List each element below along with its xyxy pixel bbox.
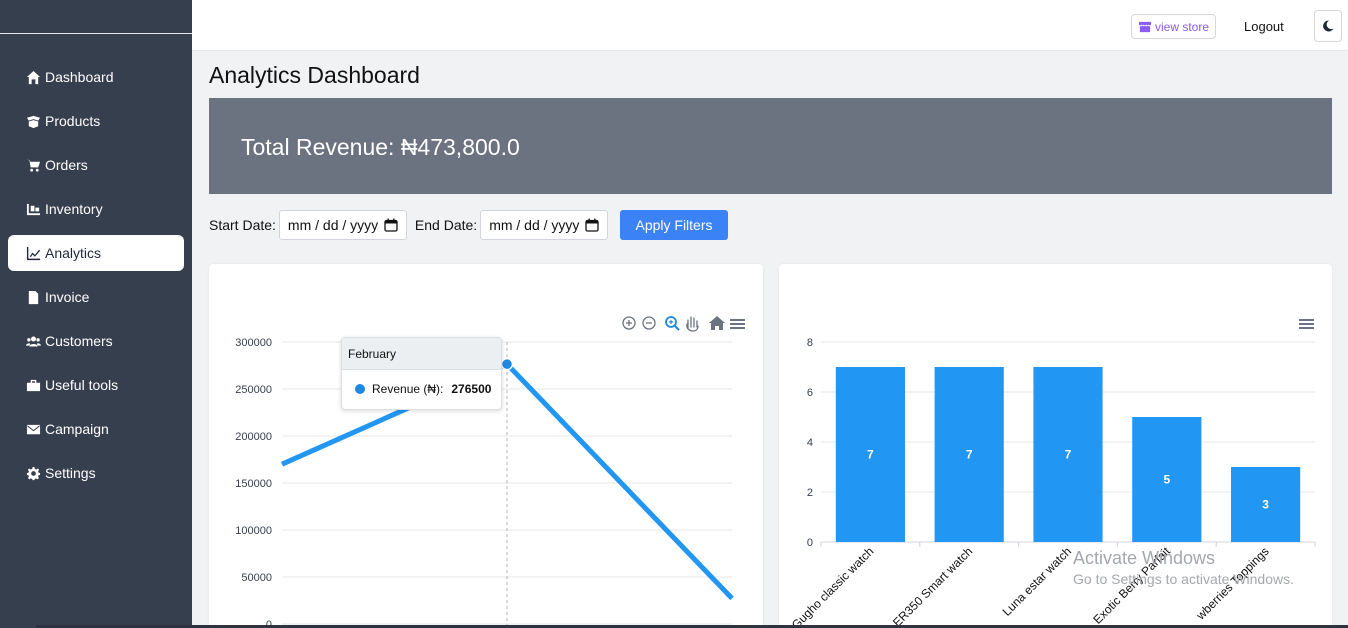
- y-tick-label: 0: [807, 537, 813, 549]
- tooltip-series-label: Revenue (₦):: [372, 382, 444, 396]
- envelope-icon: [24, 421, 42, 437]
- series-marker: [355, 384, 365, 394]
- revenue-line-chart-card: 0 50000 100000 150000 200000 250000 300000 Feb…: [209, 264, 763, 628]
- sidebar-item-label: Orders: [45, 157, 88, 173]
- sidebar-item-label: Analytics: [45, 245, 102, 261]
- x-tick-label: ER350 Smart watch: [890, 544, 975, 628]
- sidebar-item-invoice[interactable]: Invoice: [8, 279, 184, 315]
- sidebar-item-analytics[interactable]: Analytics: [8, 235, 184, 271]
- sidebar-item-campaign[interactable]: Campaign: [8, 411, 184, 447]
- revenue-line-chart[interactable]: 050000100000150000200000250000300000: [209, 264, 763, 628]
- file-icon: [24, 289, 42, 305]
- sidebar-item-orders[interactable]: Orders: [8, 147, 184, 183]
- sidebar-item-settings[interactable]: Settings: [8, 455, 184, 491]
- y-tick-label: 4: [807, 437, 813, 449]
- tooltip-body: Revenue (₦): 276500: [342, 370, 501, 396]
- total-revenue-banner: Total Revenue: ₦473,800.0: [209, 98, 1332, 194]
- x-tick-label: Gugho classic watch: [789, 544, 877, 628]
- page-title: Analytics Dashboard: [209, 62, 420, 88]
- sidebar-item-label: Settings: [45, 465, 96, 481]
- dolly-icon: [24, 201, 42, 217]
- sidebar-nav: Dashboard Products Orders Inventory Anal…: [8, 59, 184, 499]
- users-icon: [24, 333, 42, 349]
- tooltip-value: 276500: [451, 382, 492, 396]
- windows-activation-watermark: Activate Windows Go to Settings to activ…: [1073, 548, 1294, 587]
- end-date-label: End Date:: [414, 217, 478, 233]
- toolbox-icon: [24, 377, 42, 393]
- sidebar-item-products[interactable]: Products: [8, 103, 184, 139]
- y-tick-label: 2: [807, 487, 813, 499]
- view-store-label: view store: [1155, 19, 1210, 34]
- home-icon: [24, 69, 42, 85]
- calendar-icon[interactable]: [585, 218, 599, 232]
- tooltip-title: February: [342, 338, 501, 370]
- sidebar-divider: [0, 33, 192, 34]
- y-tick-label: 200000: [235, 431, 272, 443]
- start-date-placeholder: mm / dd / yyyy: [287, 217, 379, 233]
- date-filters: Start Date: mm / dd / yyyy End Date: mm …: [209, 210, 616, 240]
- logout-button[interactable]: Logout: [1244, 19, 1284, 34]
- y-tick-label: 8: [807, 337, 813, 349]
- view-store-link[interactable]: view store: [1131, 14, 1217, 39]
- watermark-subtitle: Go to Settings to activate Windows.: [1073, 571, 1294, 587]
- sidebar-item-customers[interactable]: Customers: [8, 323, 184, 359]
- y-tick-label: 100000: [235, 525, 272, 537]
- top-bar: view store Logout: [192, 0, 1348, 51]
- store-icon: [1139, 21, 1151, 32]
- start-date-label: Start Date:: [209, 217, 276, 233]
- bar-data-label: 5: [1163, 473, 1170, 487]
- cart-icon: [24, 157, 42, 173]
- sidebar-item-label: Customers: [45, 333, 113, 349]
- sidebar-item-label: Campaign: [45, 421, 109, 437]
- sidebar-item-label: Useful tools: [45, 377, 119, 393]
- y-tick-label: 50000: [241, 572, 272, 584]
- menu-icon[interactable]: [1299, 319, 1314, 329]
- chart-tooltip: February Revenue (₦): 276500: [341, 337, 502, 410]
- sidebar-item-useful-tools[interactable]: Useful tools: [8, 367, 184, 403]
- sidebar-item-label: Inventory: [45, 201, 103, 217]
- end-date-input[interactable]: mm / dd / yyyy: [480, 210, 609, 240]
- bar-data-label: 7: [1065, 448, 1072, 462]
- theme-toggle-button[interactable]: [1314, 10, 1342, 42]
- gear-icon: [24, 465, 42, 481]
- zoom-in-icon[interactable]: [622, 316, 636, 330]
- bar-data-label: 3: [1262, 498, 1269, 512]
- moon-icon: [1323, 20, 1334, 32]
- calendar-icon[interactable]: [384, 218, 398, 232]
- y-tick-label: 150000: [235, 478, 272, 490]
- data-point: [500, 357, 514, 371]
- y-tick-label: 6: [807, 387, 813, 399]
- chart-toolbar: [622, 316, 745, 332]
- end-date-placeholder: mm / dd / yyyy: [489, 217, 580, 233]
- reset-home-icon[interactable]: [709, 316, 725, 330]
- apply-filters-button[interactable]: Apply Filters: [620, 210, 728, 240]
- sidebar-item-label: Products: [45, 113, 101, 129]
- zoom-select-icon[interactable]: [665, 316, 680, 331]
- pan-icon[interactable]: [686, 316, 699, 332]
- x-tick-label: Luna estar watch: [1000, 544, 1075, 619]
- y-tick-label: 250000: [235, 384, 272, 396]
- sidebar-item-inventory[interactable]: Inventory: [8, 191, 184, 227]
- menu-icon[interactable]: [730, 319, 745, 329]
- sidebar: Dashboard Products Orders Inventory Anal…: [0, 0, 192, 628]
- total-revenue-text: Total Revenue: ₦473,800.0: [241, 134, 520, 160]
- watermark-title: Activate Windows: [1073, 548, 1216, 568]
- start-date-input[interactable]: mm / dd / yyyy: [278, 210, 407, 240]
- sidebar-item-label: Dashboard: [45, 69, 114, 85]
- y-tick-label: 300000: [235, 337, 272, 349]
- bar-data-label: 7: [867, 448, 874, 462]
- bar-data-label: 7: [966, 448, 973, 462]
- line-chart-icon: [24, 245, 42, 261]
- sidebar-item-dashboard[interactable]: Dashboard: [8, 59, 184, 95]
- sidebar-item-label: Invoice: [45, 289, 90, 305]
- zoom-out-icon[interactable]: [642, 316, 656, 330]
- box-open-icon: [24, 113, 42, 129]
